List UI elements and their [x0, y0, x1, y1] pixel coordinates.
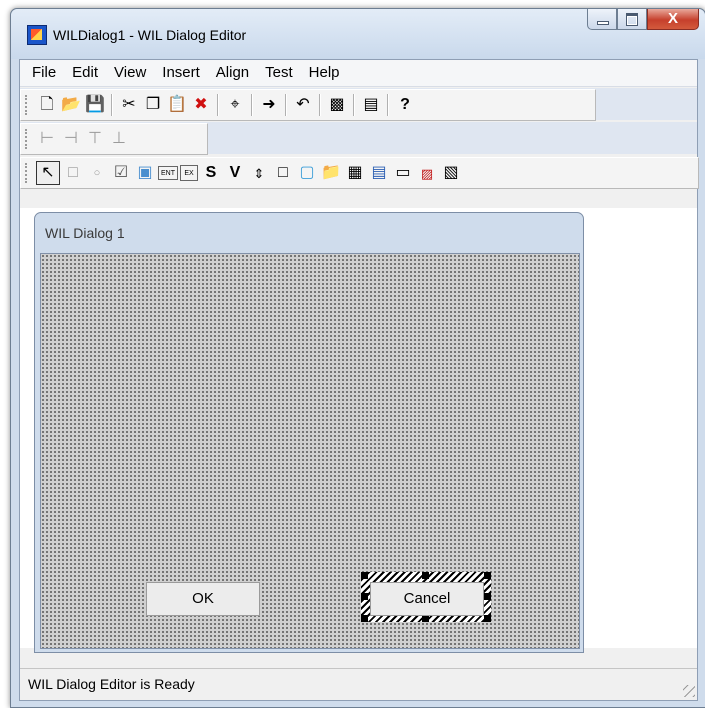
copy-icon[interactable]: ❐ — [142, 94, 164, 116]
window-title: WILDialog1 - WIL Dialog Editor — [53, 27, 247, 43]
radio-button-icon[interactable]: ○ — [86, 162, 108, 184]
ok-button[interactable]: OK — [146, 582, 260, 616]
status-bar: WIL Dialog Editor is Ready — [20, 668, 697, 699]
dialog-title: WIL Dialog 1 — [45, 225, 125, 241]
test-run-icon[interactable]: ▩ — [326, 94, 348, 116]
minimize-icon — [597, 21, 609, 25]
align-bottom-icon[interactable]: ⊥ — [108, 128, 130, 150]
align-left-icon[interactable]: ⊢ — [36, 128, 58, 150]
app-window: WILDialog1 - WIL Dialog Editor X File Ed… — [10, 8, 705, 708]
toolbar-separator — [319, 94, 321, 116]
resize-handle-ne[interactable] — [484, 572, 491, 579]
toolbar-separator — [353, 94, 355, 116]
resize-handle-w[interactable] — [361, 593, 368, 600]
item-box-icon[interactable]: ▦ — [344, 162, 366, 184]
undo-icon[interactable]: ↶ — [292, 94, 314, 116]
picture-icon[interactable]: ▢ — [296, 162, 318, 184]
design-canvas[interactable]: WIL Dialog 1 OK Cancel — [20, 208, 697, 653]
title-bar[interactable]: WILDialog1 - WIL Dialog Editor X — [11, 9, 705, 59]
toolbar-separator — [387, 94, 389, 116]
properties-icon[interactable]: ▤ — [360, 94, 382, 116]
status-text: WIL Dialog Editor is Ready — [28, 676, 195, 692]
close-button[interactable]: X — [647, 9, 699, 30]
toolbar-grip[interactable] — [25, 163, 30, 183]
align-toolbar: ⊢ ⊣ ⊤ ⊥ — [20, 123, 208, 155]
save-icon[interactable]: 💾 — [84, 94, 106, 116]
open-folder-icon[interactable]: 📂 — [60, 94, 82, 116]
toolbar-separator — [251, 94, 253, 116]
new-file-icon[interactable]: 🗋 — [36, 94, 58, 116]
com-control-icon[interactable]: ▨ — [416, 162, 438, 184]
menu-edit[interactable]: Edit — [64, 60, 106, 86]
resize-handle-se[interactable] — [484, 615, 491, 622]
maximize-icon — [626, 13, 638, 26]
varytext-icon[interactable]: V — [224, 162, 246, 184]
menu-view[interactable]: View — [106, 60, 154, 86]
menu-test[interactable]: Test — [257, 60, 301, 86]
forward-icon[interactable]: ➜ — [258, 94, 280, 116]
menu-bar-icon[interactable]: ▤ — [368, 162, 390, 184]
align-top-icon[interactable]: ⊤ — [84, 128, 106, 150]
resize-handle-s[interactable] — [422, 615, 429, 622]
toolbar-area: 🗋 📂 💾 ✂ ❐ 📋 ✖ ⌖ ➜ ↶ ▩ ▤ ? ⊢ ⊣ ⊤ ⊥ ↖ □ ○ … — [20, 88, 699, 206]
client-area: File Edit View Insert Align Test Help 🗋 … — [19, 59, 699, 701]
cut-icon[interactable]: ✂ — [118, 94, 140, 116]
resize-handle-sw[interactable] — [361, 615, 368, 622]
controls-toolbar: ↖ □ ○ ☑ ▣ ENT EX S V ⇕ □ ▢ 📁 ▦ ▤ ▭ ▨ ▧ — [20, 157, 699, 189]
resize-handle-e[interactable] — [484, 593, 491, 600]
standard-toolbar: 🗋 📂 💾 ✂ ❐ 📋 ✖ ⌖ ➜ ↶ ▩ ▤ ? — [20, 89, 596, 121]
resize-handle-n[interactable] — [422, 572, 429, 579]
static-text-icon[interactable]: S — [200, 162, 222, 184]
help-icon[interactable]: ? — [394, 94, 416, 116]
spinner-icon[interactable]: ⇕ — [248, 162, 270, 184]
dialog-grid[interactable]: OK Cancel — [40, 253, 580, 649]
toolbar-grip[interactable] — [25, 95, 30, 115]
menu-help[interactable]: Help — [301, 60, 348, 86]
groupbox-icon[interactable]: □ — [62, 162, 84, 184]
file-list-icon[interactable]: 📁 — [320, 162, 342, 184]
menu-align[interactable]: Align — [208, 60, 257, 86]
dialog-preview[interactable]: WIL Dialog 1 OK Cancel — [34, 212, 584, 653]
pointer-icon[interactable]: ↖ — [36, 161, 60, 185]
caption-buttons: X — [587, 9, 699, 31]
paste-icon[interactable]: 📋 — [166, 94, 188, 116]
picture-button-icon[interactable]: ▣ — [134, 162, 156, 184]
dropdown-icon[interactable]: □ — [272, 162, 294, 184]
edit-box-icon[interactable]: ENT — [158, 166, 178, 180]
toolbar-separator — [217, 94, 219, 116]
resize-grip-icon[interactable] — [683, 685, 695, 697]
report-view-icon[interactable]: ▧ — [440, 162, 462, 184]
toolbar-separator — [285, 94, 287, 116]
menu-item-icon[interactable]: ▭ — [392, 162, 414, 184]
align-right-icon[interactable]: ⊣ — [60, 128, 82, 150]
cancel-button[interactable]: Cancel — [370, 582, 484, 616]
delete-icon[interactable]: ✖ — [190, 94, 212, 116]
toolbar-separator — [111, 94, 113, 116]
menu-insert[interactable]: Insert — [154, 60, 208, 86]
toolbar-grip[interactable] — [25, 129, 30, 149]
multiline-edit-icon[interactable]: EX — [180, 165, 198, 181]
menu-bar: File Edit View Insert Align Test Help — [20, 60, 697, 87]
resize-handle-nw[interactable] — [361, 572, 368, 579]
resize-icon[interactable]: ⌖ — [224, 94, 246, 116]
menu-file[interactable]: File — [20, 60, 64, 86]
maximize-button[interactable] — [617, 9, 647, 30]
minimize-button[interactable] — [587, 9, 617, 30]
app-icon[interactable] — [27, 25, 47, 45]
checkbox-icon[interactable]: ☑ — [110, 162, 132, 184]
